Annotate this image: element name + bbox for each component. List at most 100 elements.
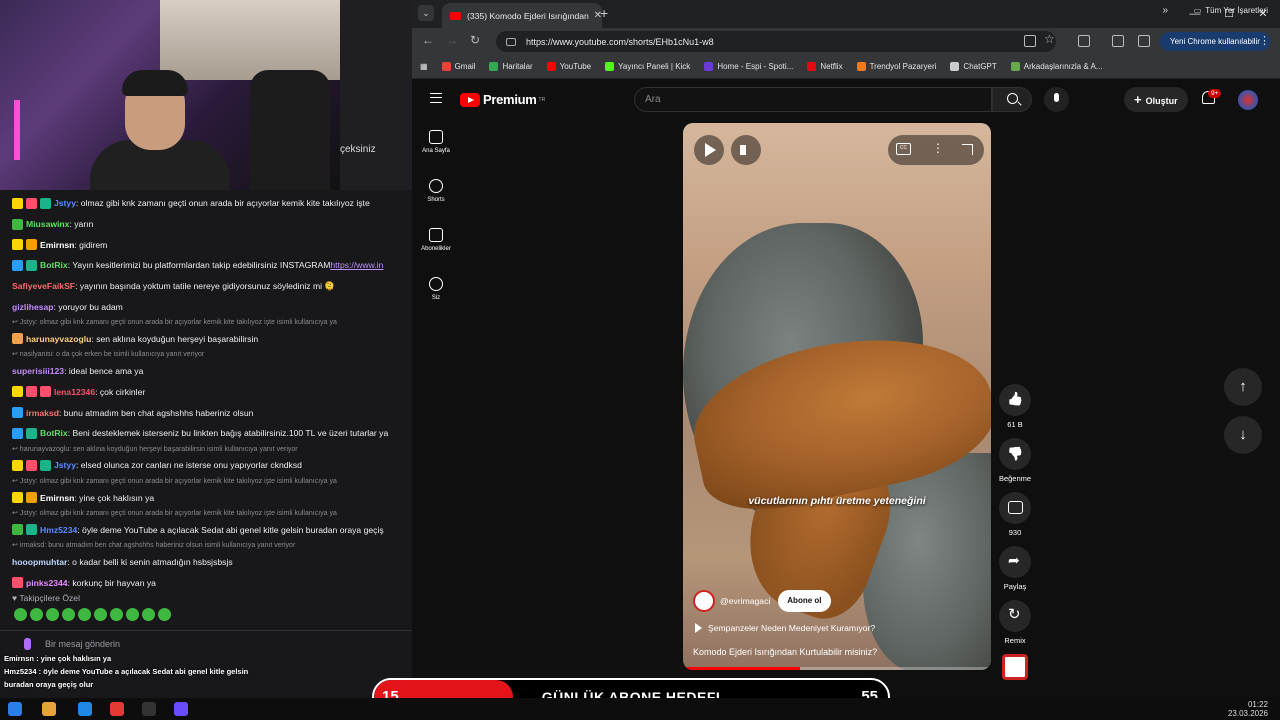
dislike-button[interactable] bbox=[999, 438, 1031, 470]
youtube-header: Premium TR Ara + Oluştur 9+ bbox=[412, 80, 1280, 120]
channel-avatar[interactable] bbox=[693, 590, 715, 612]
chat-text: : bunu atmadım ben chat agshshhs haberin… bbox=[58, 407, 254, 418]
chat-username[interactable]: SafiyeveFaikSF bbox=[12, 278, 75, 294]
chat-username[interactable]: Hmz5234 bbox=[40, 522, 77, 538]
media-icon[interactable] bbox=[1112, 35, 1124, 47]
emote[interactable] bbox=[30, 608, 43, 621]
bookmark-item[interactable]: Gmail bbox=[441, 62, 476, 71]
chat-username[interactable]: Emirnsn bbox=[40, 490, 74, 506]
youtube-logo[interactable]: Premium TR bbox=[460, 92, 545, 107]
chat-username[interactable]: BotRix bbox=[40, 257, 68, 273]
bookmark-item[interactable]: Netflix bbox=[807, 62, 843, 71]
install-icon[interactable] bbox=[1024, 35, 1036, 47]
taskbar-app-icon[interactable] bbox=[110, 702, 124, 716]
related-video-link[interactable]: Şempanzeler Neden Medeniyet Kuramıyor? bbox=[695, 623, 875, 633]
emote[interactable] bbox=[126, 608, 139, 621]
apps-icon[interactable]: ▦ bbox=[420, 62, 428, 71]
share-button[interactable] bbox=[999, 546, 1031, 578]
all-bookmarks[interactable]: ▭ Tüm Yer İşaretleri bbox=[1194, 6, 1268, 15]
remix-button[interactable] bbox=[999, 600, 1031, 632]
emote[interactable] bbox=[110, 608, 123, 621]
chat-username[interactable]: lena12346 bbox=[54, 384, 95, 400]
chrome-update-button[interactable]: Yeni Chrome kullanılabilir bbox=[1160, 32, 1270, 51]
bookmark-label: Gmail bbox=[454, 62, 476, 71]
captions-icon[interactable]: CC bbox=[896, 143, 911, 155]
emote[interactable] bbox=[46, 608, 59, 621]
bookmark-item[interactable]: ChatGPT bbox=[950, 62, 997, 71]
sidebar-item-home[interactable]: Ana Sayfa bbox=[412, 120, 460, 169]
taskbar-app-icon[interactable] bbox=[42, 702, 56, 716]
address-bar[interactable]: https://www.youtube.com/shorts/EHb1cNu1-… bbox=[496, 31, 1056, 52]
reload-button[interactable]: ↻ bbox=[470, 33, 480, 47]
back-button[interactable]: ← bbox=[422, 33, 434, 47]
bookmark-item[interactable]: Haritalar bbox=[489, 62, 533, 71]
emote-bar[interactable] bbox=[14, 608, 171, 621]
menu-icon[interactable] bbox=[430, 93, 442, 103]
next-short-button[interactable]: ↓ bbox=[1224, 416, 1262, 454]
sidebar-item-shorts[interactable]: Shorts bbox=[412, 169, 460, 218]
system-clock[interactable]: 01:22 23.03.2026 bbox=[1228, 700, 1268, 718]
video-title[interactable]: Komodo Ejderi Isırığından Kurtulabilir m… bbox=[693, 647, 877, 657]
chat-username[interactable]: superisiii123 bbox=[12, 363, 64, 379]
bookmark-item[interactable]: Arkadaşlarınızla & A... bbox=[1010, 62, 1102, 71]
profile-icon[interactable] bbox=[1138, 35, 1150, 47]
taskbar-app-icon[interactable] bbox=[78, 702, 92, 716]
emote[interactable] bbox=[158, 608, 171, 621]
subscribe-button[interactable]: Abone ol bbox=[778, 590, 831, 612]
volume-icon[interactable] bbox=[731, 135, 761, 165]
tab-active[interactable]: (335) Komodo Ejderi Isırığından ✕ bbox=[442, 3, 602, 28]
emote[interactable] bbox=[14, 608, 27, 621]
chat-username[interactable]: pinks2344 bbox=[26, 575, 68, 591]
channel-name[interactable]: @evrimagaci bbox=[720, 596, 770, 606]
new-tab-button[interactable]: + bbox=[600, 5, 608, 21]
search-input[interactable]: Ara bbox=[634, 87, 992, 112]
more-bookmarks-icon[interactable]: » bbox=[1162, 5, 1168, 16]
search-icon[interactable] bbox=[992, 87, 1032, 112]
chat-username[interactable]: irmaksd bbox=[26, 405, 59, 421]
chat-username[interactable]: harunayvazoglu bbox=[26, 331, 91, 347]
chat-text: : o kadar belli ki senin atmadığın hsbsj… bbox=[67, 556, 233, 567]
bookmark-item[interactable]: Home - Espi - Spoti... bbox=[704, 62, 793, 71]
sidebar-item-you[interactable]: Siz bbox=[412, 267, 460, 316]
bookmark-item[interactable]: Trendyol Pazaryeri bbox=[856, 62, 936, 71]
emote[interactable] bbox=[78, 608, 91, 621]
chrome-menu-icon[interactable]: ⋮ bbox=[1259, 34, 1270, 47]
voice-search-icon[interactable] bbox=[1044, 87, 1069, 112]
fullscreen-icon[interactable] bbox=[962, 144, 973, 155]
bookmark-star-icon[interactable]: ☆ bbox=[1044, 32, 1055, 46]
chat-username[interactable]: Miusawinx bbox=[26, 216, 69, 232]
overlay-line: Hmz5234 : öyle deme YouTube a açılacak S… bbox=[4, 667, 249, 676]
windows-start-icon[interactable] bbox=[8, 702, 22, 716]
taskbar-app-icon[interactable] bbox=[174, 702, 188, 716]
bookmark-item[interactable]: YouTube bbox=[546, 62, 591, 71]
create-button[interactable]: + Oluştur bbox=[1124, 87, 1188, 112]
shorts-player[interactable]: CC ⋮ vücutlarının pıhtı üretme yeteneğin… bbox=[683, 123, 991, 670]
extensions-icon[interactable] bbox=[1078, 35, 1090, 47]
sidebar-item-subscriptions[interactable]: Abonelikler bbox=[412, 218, 460, 267]
taskbar-app-icon[interactable] bbox=[142, 702, 156, 716]
emote[interactable] bbox=[94, 608, 107, 621]
tab-search-button[interactable]: ⌄ bbox=[418, 5, 434, 21]
sound-thumbnail[interactable] bbox=[1002, 654, 1028, 680]
chat-username[interactable]: BotRix bbox=[40, 425, 68, 441]
emote[interactable] bbox=[142, 608, 155, 621]
chat-message: Emirnsn: gidirem bbox=[0, 234, 412, 255]
chat-username[interactable]: Emirnsn bbox=[40, 237, 74, 253]
bookmark-item[interactable]: Yayıncı Paneli | Kick bbox=[605, 62, 690, 71]
play-button[interactable] bbox=[694, 135, 724, 165]
emote[interactable] bbox=[62, 608, 75, 621]
chat-link[interactable]: https://www.in bbox=[330, 257, 383, 273]
badge-icon bbox=[40, 197, 51, 209]
comments-button[interactable] bbox=[999, 492, 1031, 524]
chat-username[interactable]: gizlihesap bbox=[12, 299, 54, 315]
chat-username[interactable]: Jstyy bbox=[54, 457, 76, 473]
previous-short-button[interactable]: ↑ bbox=[1224, 368, 1262, 406]
progress-bar[interactable] bbox=[683, 667, 991, 670]
chat-username[interactable]: Jstyy bbox=[54, 195, 76, 211]
like-button[interactable] bbox=[999, 384, 1031, 416]
more-options-icon[interactable]: ⋮ bbox=[932, 141, 944, 155]
avatar[interactable] bbox=[1238, 90, 1258, 110]
chat-username[interactable]: hooopmuhtar bbox=[12, 554, 67, 570]
site-info-icon[interactable] bbox=[506, 37, 516, 46]
forward-button[interactable]: → bbox=[446, 33, 458, 47]
